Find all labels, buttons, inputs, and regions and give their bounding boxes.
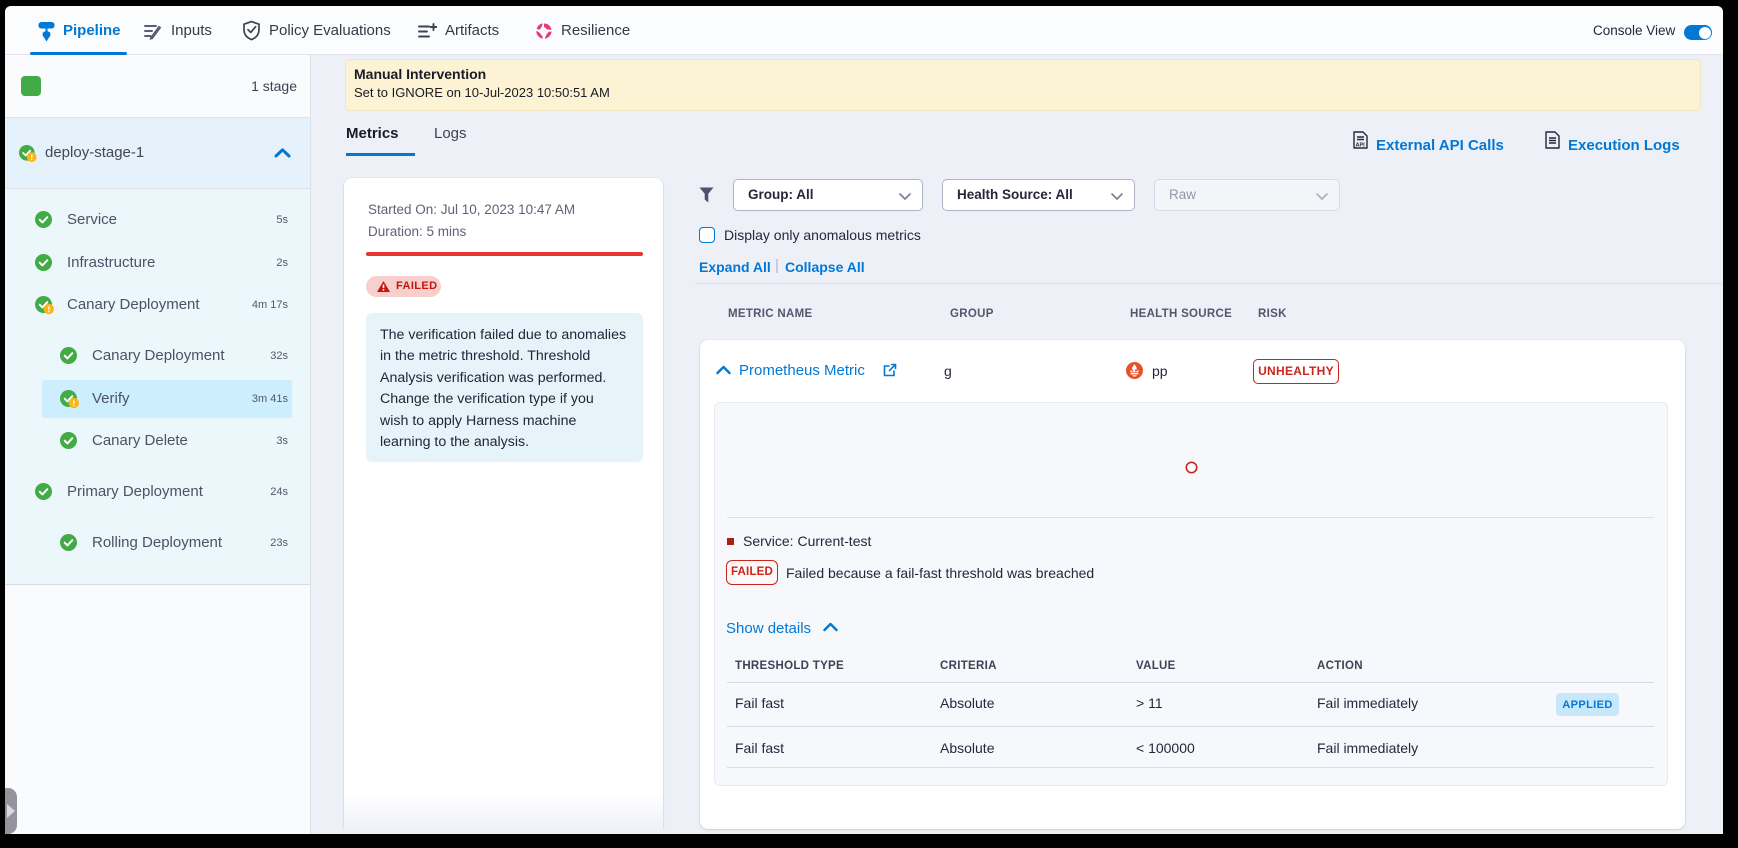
- svg-text:API: API: [1356, 143, 1366, 149]
